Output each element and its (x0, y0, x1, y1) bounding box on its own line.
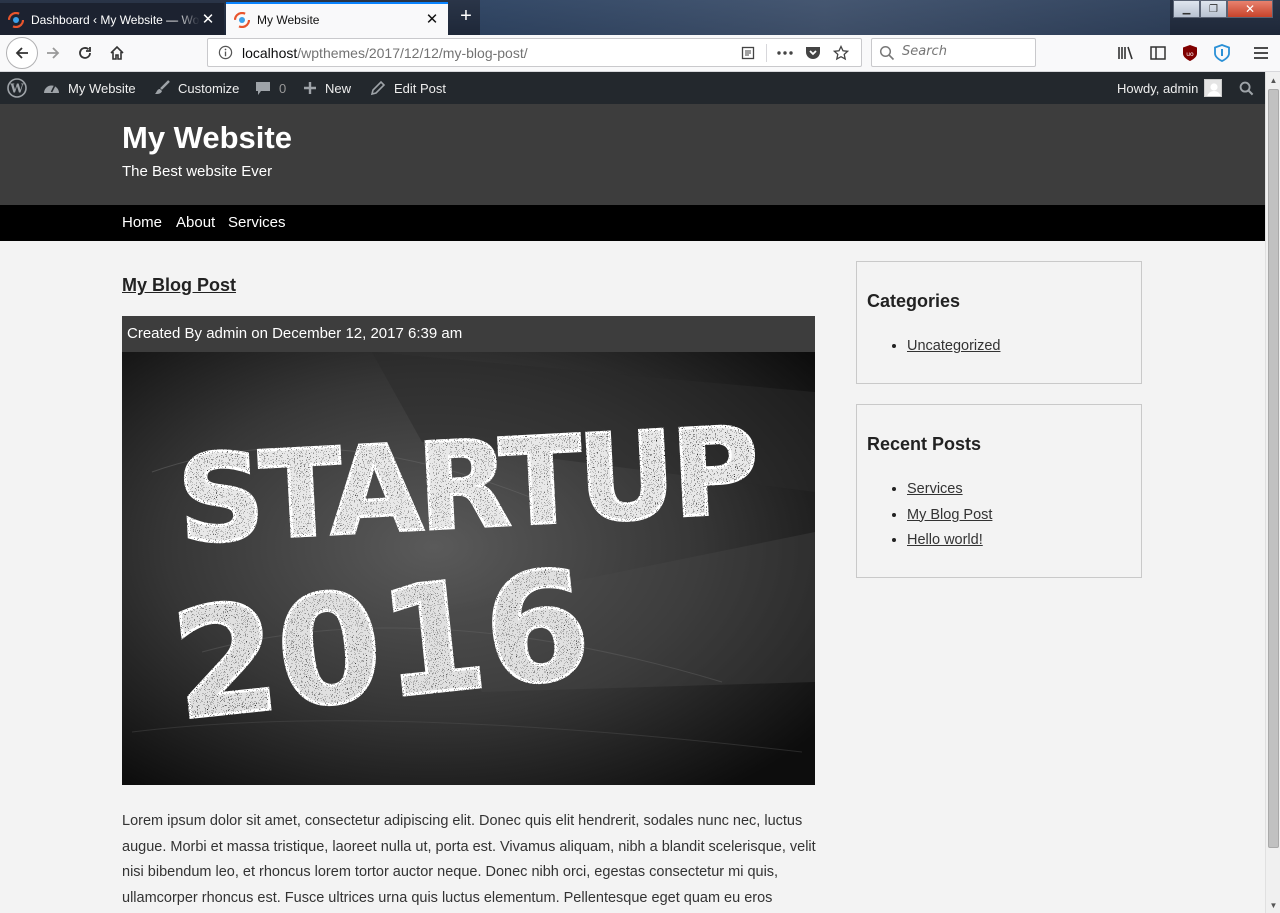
comments-count: 0 (279, 80, 287, 96)
list-item: Services (907, 477, 1131, 503)
menu-item-home[interactable]: Home (122, 214, 162, 231)
avatar (1204, 79, 1223, 97)
recent-post-link[interactable]: Services (907, 481, 963, 497)
back-arrow-icon (15, 47, 28, 59)
category-link[interactable]: Uncategorized (907, 338, 1001, 354)
forward-button[interactable] (38, 38, 68, 68)
new-label: New (325, 80, 352, 96)
my-account-menu[interactable]: Howdy, admin (1117, 72, 1223, 104)
list-item: Uncategorized (907, 334, 1131, 360)
scrollbar-thumb[interactable] (1268, 89, 1279, 848)
admin-site-name[interactable]: My Website (43, 72, 136, 104)
url-separator (766, 44, 767, 62)
wordpress-logo-button[interactable]: W (7, 72, 27, 104)
new-content-button[interactable]: New (303, 72, 351, 104)
page-scrollbar[interactable]: ▲ ▼ (1265, 72, 1280, 913)
site-favicon-icon (8, 12, 24, 28)
library-icon[interactable] (1115, 42, 1137, 64)
categories-list: Uncategorized (907, 334, 1131, 360)
search-bar[interactable] (871, 38, 1036, 67)
plus-icon (303, 81, 317, 95)
reload-button[interactable] (70, 38, 100, 68)
tab-dashboard[interactable]: Dashboard ‹ My Website — WordPress ✕ (0, 3, 224, 35)
comment-bubble-icon (255, 81, 271, 96)
reload-icon (79, 47, 91, 59)
site-title[interactable]: My Website (122, 120, 292, 156)
featured-image: STARTUP 2016 (122, 352, 815, 785)
url-bar[interactable]: localhost/wpthemes/2017/12/12/my-blog-po… (207, 38, 862, 67)
hamburger-menu-icon[interactable] (1250, 42, 1272, 64)
forward-arrow-icon (47, 47, 60, 59)
search-icon (1239, 81, 1254, 95)
admin-search-button[interactable] (1239, 72, 1254, 104)
list-item: Hello world! (907, 528, 1131, 554)
reader-view-icon[interactable] (734, 43, 762, 63)
edit-post-label: Edit Post (394, 80, 447, 96)
list-item: My Blog Post (907, 503, 1131, 529)
svg-text:W: W (9, 82, 24, 96)
edit-post-link[interactable]: Edit Post (370, 72, 446, 104)
customize-label: Customize (178, 80, 240, 96)
maximize-button[interactable]: ❐ (1200, 0, 1227, 18)
widget-heading-categories: Categories (867, 291, 961, 311)
home-icon (110, 45, 124, 60)
bookmark-star-icon[interactable] (827, 43, 855, 63)
comments-link[interactable]: 0 (255, 72, 286, 104)
menu-item-about[interactable]: About (176, 214, 215, 231)
site-tagline: The Best website Ever (122, 163, 273, 180)
wp-admin-bar: W My Website Customize 0 New Edit Post H… (0, 72, 1265, 104)
wordpress-logo-icon: W (7, 78, 27, 98)
main-content: My Blog Post Created By admin on Decembe… (0, 241, 1265, 913)
post-body: Lorem ipsum dolor sit amet, consectetur … (122, 813, 816, 906)
tab-close-icon[interactable]: ✕ (424, 11, 440, 28)
menu-item-services[interactable]: Services (228, 214, 286, 231)
recent-posts-list: Services My Blog Post Hello world! (907, 477, 1131, 554)
window-controls: ▁ ❐ ✕ (1173, 0, 1273, 20)
scroll-down-arrow-icon[interactable]: ▼ (1266, 897, 1280, 913)
url-text[interactable]: localhost/wpthemes/2017/12/12/my-blog-po… (242, 45, 528, 61)
sidebar-toggle-icon[interactable] (1147, 42, 1169, 64)
shield-extension-icon[interactable] (1211, 42, 1233, 64)
customize-link[interactable]: Customize (153, 72, 239, 104)
info-icon[interactable] (218, 45, 233, 60)
recent-post-link[interactable]: My Blog Post (907, 507, 992, 523)
site-header: My Website The Best website Ever (0, 104, 1265, 205)
page-actions-icon[interactable] (771, 43, 799, 63)
admin-site-name-label: My Website (68, 80, 136, 96)
minimize-button[interactable]: ▁ (1173, 0, 1200, 18)
howdy-greeting: Howdy, admin (1117, 80, 1199, 96)
search-icon (879, 45, 895, 61)
pocket-icon[interactable] (799, 43, 827, 63)
search-input[interactable] (902, 44, 1030, 59)
scroll-up-arrow-icon[interactable]: ▲ (1266, 72, 1280, 88)
recent-posts-widget: Recent Posts Services My Blog Post Hello… (856, 404, 1142, 578)
post-meta: Created By admin on December 12, 2017 6:… (122, 316, 815, 352)
new-tab-button[interactable]: + (455, 5, 477, 29)
window-close-button[interactable]: ✕ (1227, 0, 1273, 18)
tab-title: My Website (257, 12, 320, 27)
navigation-toolbar: localhost/wpthemes/2017/12/12/my-blog-po… (0, 35, 1280, 72)
pencil-icon (370, 80, 386, 96)
tabstrip-background (480, 0, 1170, 35)
categories-widget: Categories Uncategorized (856, 261, 1142, 384)
site-favicon-icon (234, 11, 250, 28)
back-button[interactable] (6, 37, 38, 69)
svg-text:uo: uo (1186, 51, 1194, 58)
home-button[interactable] (102, 38, 132, 68)
url-host: localhost (242, 45, 298, 61)
tab-my-website[interactable]: My Website ✕ (226, 2, 448, 35)
post-title-link[interactable]: My Blog Post (122, 275, 236, 296)
ublock-origin-icon[interactable]: uo (1179, 42, 1201, 64)
primary-menu: Home About Services (0, 205, 1265, 241)
url-bar-actions (734, 43, 855, 63)
tab-close-icon[interactable]: ✕ (200, 12, 216, 28)
recent-post-link[interactable]: Hello world! (907, 532, 983, 548)
dashboard-gauge-icon (43, 81, 60, 95)
widget-heading-recent-posts: Recent Posts (867, 434, 982, 454)
url-path: /wpthemes/2017/12/12/my-blog-post/ (297, 45, 528, 61)
tab-title: Dashboard ‹ My Website — WordPress (31, 13, 200, 27)
browser-tab-strip: Dashboard ‹ My Website — WordPress ✕ My … (0, 0, 1280, 35)
paintbrush-icon (153, 80, 170, 96)
